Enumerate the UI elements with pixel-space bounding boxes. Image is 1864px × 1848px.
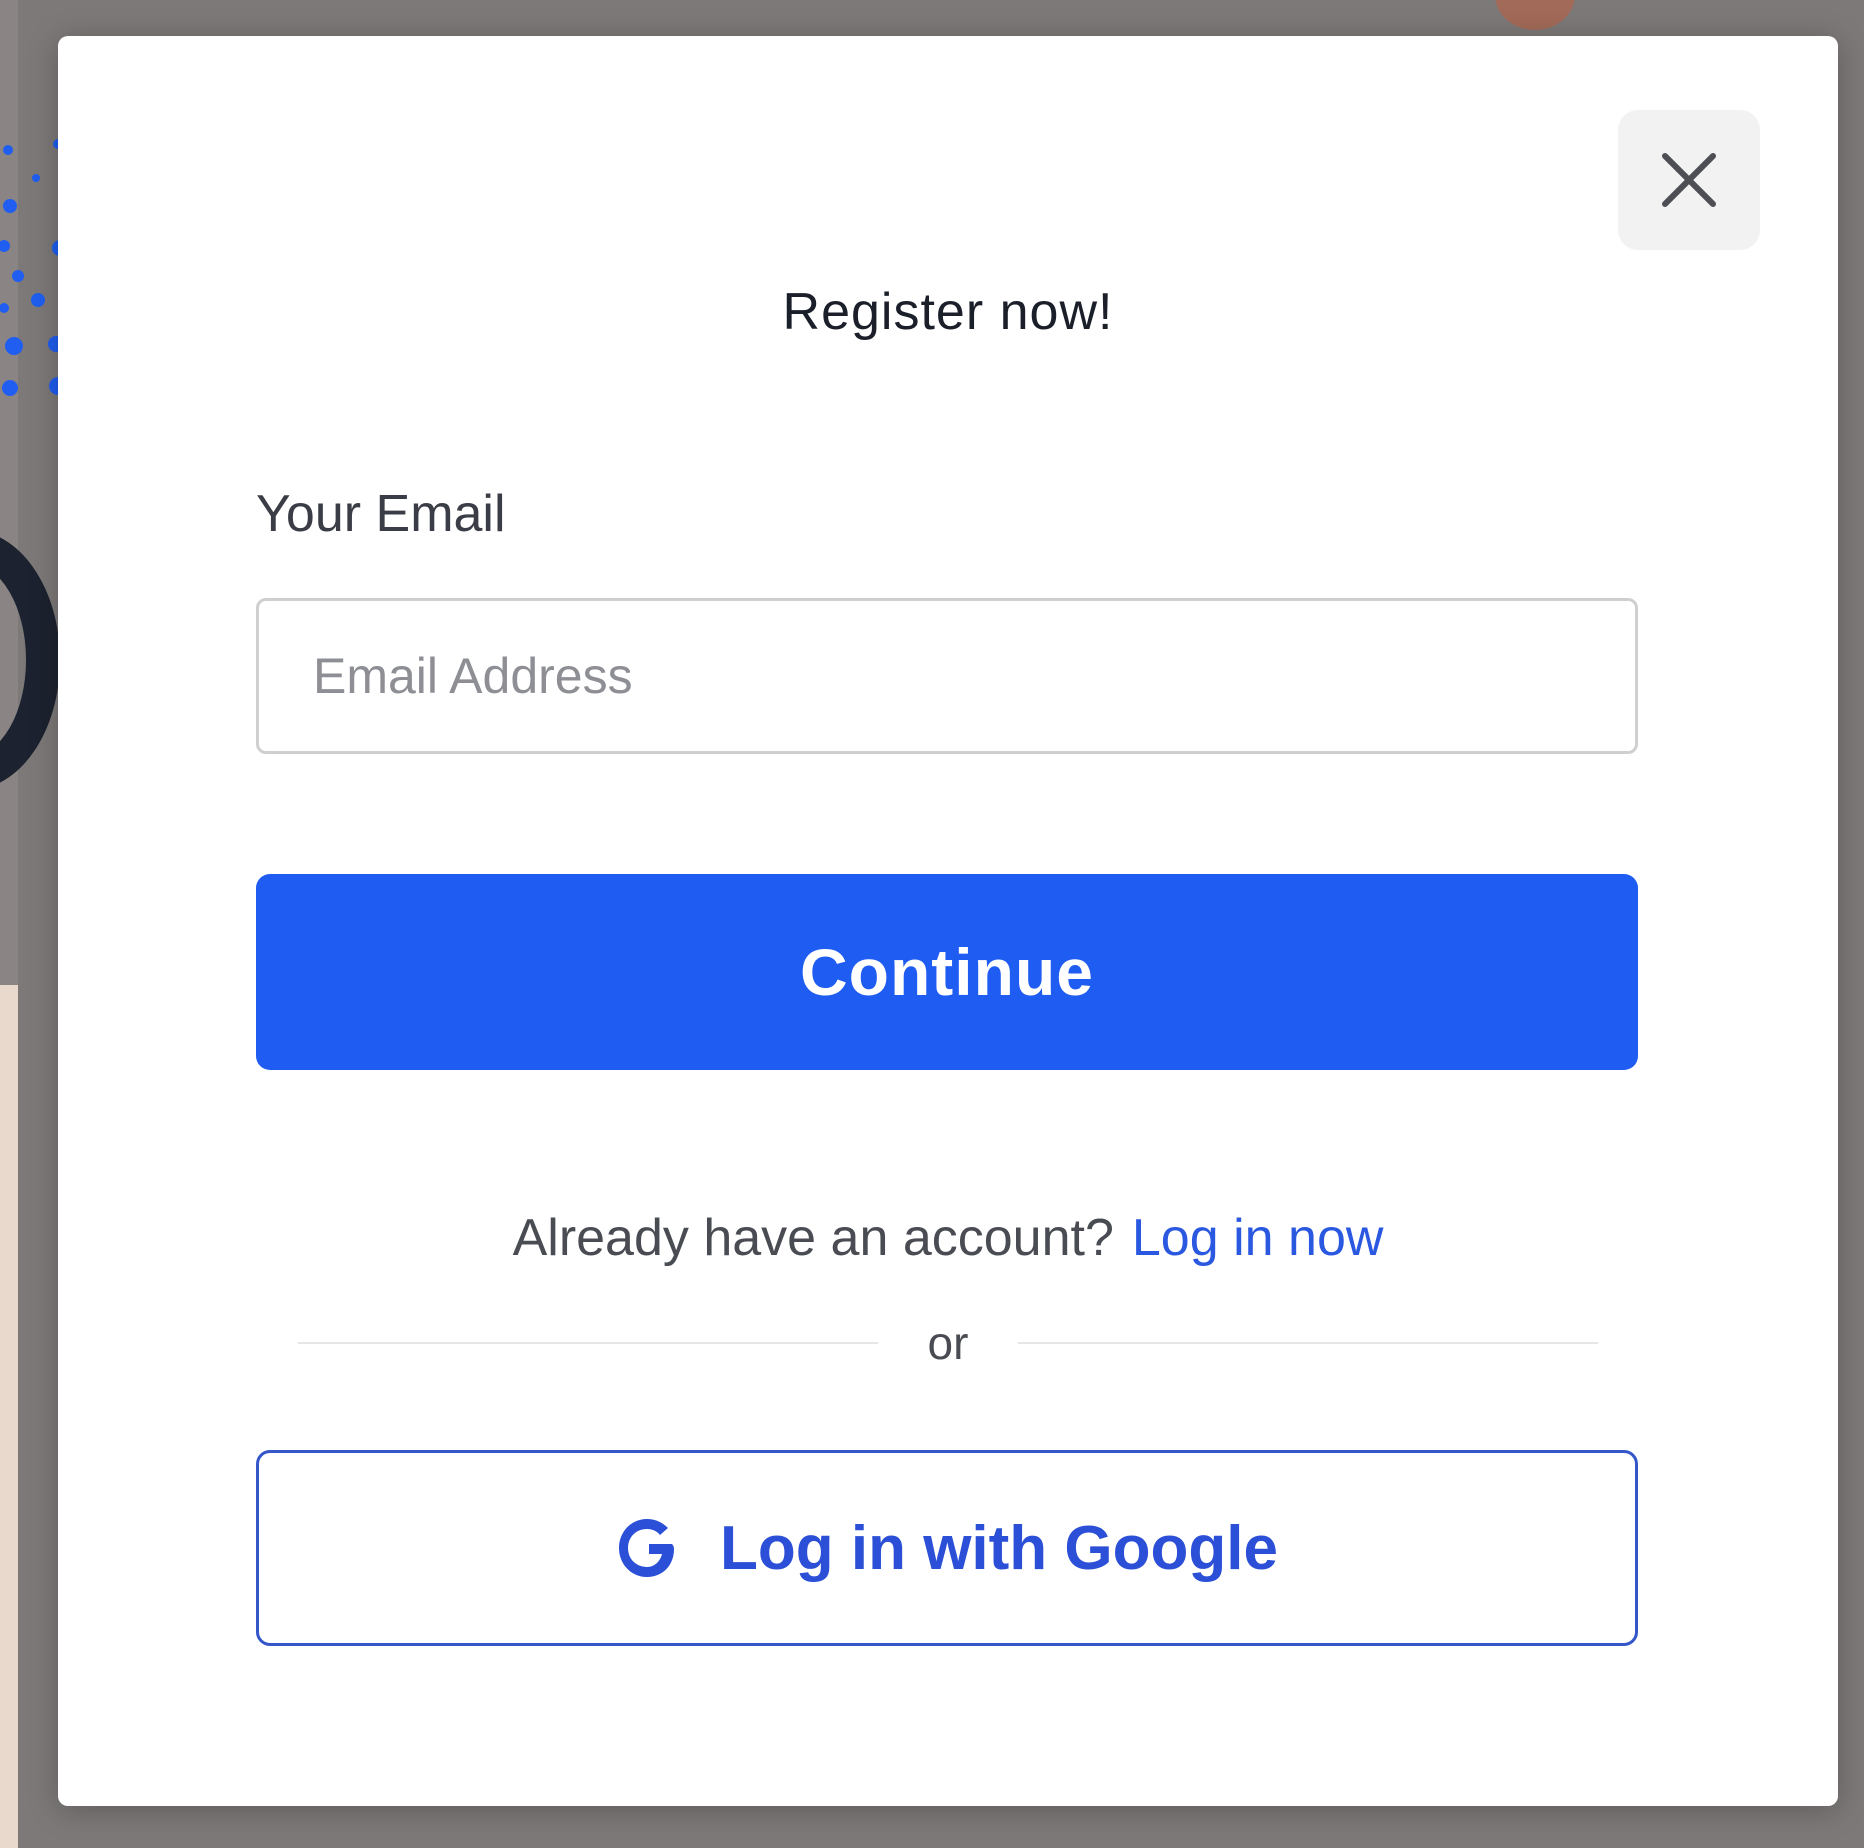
close-icon — [1662, 153, 1716, 207]
login-prompt-text: Already have an account? — [512, 1209, 1114, 1267]
divider-line-right — [1018, 1342, 1598, 1344]
login-prompt-row: Already have an account? Log in now — [58, 1208, 1838, 1268]
or-divider: or — [298, 1317, 1598, 1369]
google-login-label: Log in with Google — [720, 1513, 1278, 1583]
background-avatar-orb — [1495, 0, 1575, 30]
modal-title: Register now! — [782, 283, 1114, 341]
register-modal: Register now! Your Email Continue Alread… — [58, 36, 1838, 1806]
continue-button[interactable]: Continue — [256, 874, 1638, 1070]
close-button[interactable] — [1618, 110, 1760, 250]
google-login-button[interactable]: Log in with Google — [256, 1450, 1638, 1646]
email-input[interactable] — [256, 598, 1638, 754]
email-label: Your Email — [256, 485, 506, 543]
login-now-link[interactable]: Log in now — [1132, 1209, 1384, 1267]
google-g-icon — [616, 1516, 680, 1580]
background-logo-arc — [0, 530, 60, 790]
background-peach-panel — [0, 985, 18, 1848]
